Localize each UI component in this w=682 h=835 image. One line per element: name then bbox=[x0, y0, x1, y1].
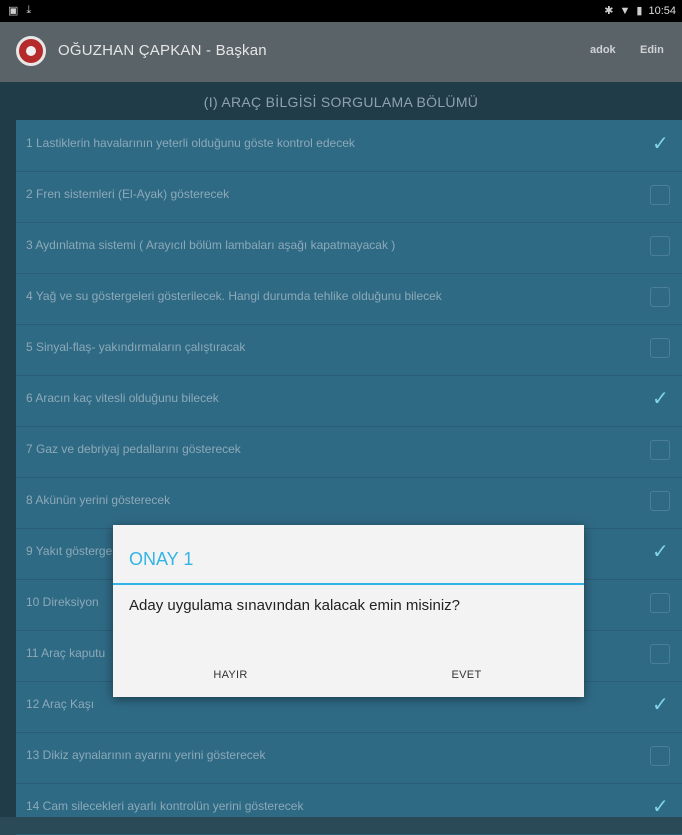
wifi-icon: ▼ bbox=[619, 4, 631, 17]
confirmation-dialog: ONAY 1 Aday uygulama sınavından kalacak … bbox=[113, 525, 584, 697]
list-item-checkbox[interactable] bbox=[650, 491, 670, 511]
evet-button[interactable]: EVET bbox=[349, 653, 584, 697]
status-left: ▣ ⤓ bbox=[8, 4, 31, 17]
list-item-checkbox[interactable] bbox=[650, 440, 670, 460]
status-time: 10:54 bbox=[648, 4, 676, 17]
dialog-divider bbox=[113, 583, 584, 585]
download-icon: ⤓ bbox=[26, 4, 32, 16]
list-item-checkbox[interactable] bbox=[650, 593, 670, 613]
list-item[interactable]: 14 Cam silecekleri ayarlı kontrolün yeri… bbox=[16, 783, 682, 835]
list-item[interactable]: 3 Aydınlatma sistemi ( Arayıcıl bölüm la… bbox=[16, 222, 682, 274]
bluetooth-icon: ✱ bbox=[604, 5, 614, 17]
list-item-label: 11 Araç kaputu bbox=[26, 646, 106, 660]
list-item[interactable]: 5 Sinyal-flaş- yakındırmaların çalıştıra… bbox=[16, 324, 682, 376]
dialog-message: Aday uygulama sınavından kalacak emin mi… bbox=[129, 597, 461, 614]
list-item-checkbox[interactable] bbox=[650, 794, 670, 818]
image-notification-icon: ▣ bbox=[8, 5, 19, 17]
list-item-label: 8 Akünün yerini gösterecek bbox=[26, 493, 171, 507]
list-item-checkbox[interactable] bbox=[650, 386, 670, 410]
list-item-label: 2 Fren sistemleri (El-Ayak) gösterecek bbox=[26, 187, 230, 201]
section-title: (I) ARAÇ BİLGİSİ SORGULAMA BÖLÜMÜ bbox=[203, 94, 479, 110]
list-item-label: 9 Yakıt göstergesi bbox=[26, 544, 121, 558]
list-item-label: 1 Lastiklerin havalarının yeterli olduğu… bbox=[26, 136, 355, 150]
list-item-label: 14 Cam silecekleri ayarlı kontrolün yeri… bbox=[26, 799, 304, 813]
list-item-checkbox[interactable] bbox=[650, 131, 670, 155]
hayir-button[interactable]: HAYIR bbox=[113, 653, 348, 697]
list-item[interactable]: 8 Akünün yerini gösterecek bbox=[16, 477, 682, 529]
app-logo bbox=[16, 36, 46, 66]
list-item-checkbox[interactable] bbox=[650, 539, 670, 563]
checklist: 1 Lastiklerin havalarının yeterli olduğu… bbox=[16, 120, 682, 835]
list-item-checkbox[interactable] bbox=[650, 746, 670, 766]
screen: ▣ ⤓ ✱ ▼ ▮ 10:54 OĞUZHAN ÇAPKAN - Başkan … bbox=[0, 0, 682, 835]
action-button-2[interactable]: Edin bbox=[640, 44, 664, 56]
list-item[interactable]: 13 Dikiz aynalarının ayarını yerini göst… bbox=[16, 732, 682, 784]
list-item-label: 6 Aracın kaç vitesli olduğunu bilecek bbox=[26, 391, 219, 405]
app-bar: OĞUZHAN ÇAPKAN - Başkan adok Edin bbox=[0, 22, 682, 82]
list-item[interactable]: 1 Lastiklerin havalarının yeterli olduğu… bbox=[16, 120, 682, 172]
content: (I) ARAÇ BİLGİSİ SORGULAMA BÖLÜMÜ 1 Last… bbox=[0, 82, 682, 835]
list-item[interactable]: 6 Aracın kaç vitesli olduğunu bilecek bbox=[16, 375, 682, 427]
list-item-checkbox[interactable] bbox=[650, 236, 670, 256]
list-item[interactable]: 4 Yağ ve su göstergeleri gösterilecek. H… bbox=[16, 273, 682, 325]
list-item-label: 12 Araç Kaşı bbox=[26, 697, 95, 711]
list-item[interactable]: 7 Gaz ve debriyaj pedallarını gösterecek bbox=[16, 426, 682, 478]
list-item-checkbox[interactable] bbox=[650, 185, 670, 205]
list-item-label: 3 Aydınlatma sistemi ( Arayıcıl bölüm la… bbox=[26, 238, 396, 252]
list-item-label: 5 Sinyal-flaş- yakındırmaların çalıştıra… bbox=[26, 340, 246, 354]
list-item-label: 4 Yağ ve su göstergeleri gösterilecek. H… bbox=[26, 289, 442, 303]
app-title: OĞUZHAN ÇAPKAN - Başkan bbox=[58, 42, 267, 59]
list-item-checkbox[interactable] bbox=[650, 338, 670, 358]
list-item-checkbox[interactable] bbox=[650, 287, 670, 307]
battery-icon: ▮ bbox=[636, 5, 643, 17]
action-button-1[interactable]: adok bbox=[590, 44, 616, 56]
list-item-checkbox[interactable] bbox=[650, 692, 670, 716]
list-item-label: 13 Dikiz aynalarının ayarını yerini göst… bbox=[26, 748, 266, 762]
list-item-checkbox[interactable] bbox=[650, 644, 670, 664]
dialog-title: ONAY 1 bbox=[129, 549, 194, 569]
status-right: ✱ ▼ ▮ 10:54 bbox=[604, 4, 676, 18]
status-bar: ▣ ⤓ ✱ ▼ ▮ 10:54 bbox=[0, 0, 682, 22]
list-item-label: 7 Gaz ve debriyaj pedallarını gösterecek bbox=[26, 442, 241, 456]
list-item-label: 10 Direksiyon bbox=[26, 595, 99, 609]
list-item[interactable]: 2 Fren sistemleri (El-Ayak) gösterecek bbox=[16, 171, 682, 223]
